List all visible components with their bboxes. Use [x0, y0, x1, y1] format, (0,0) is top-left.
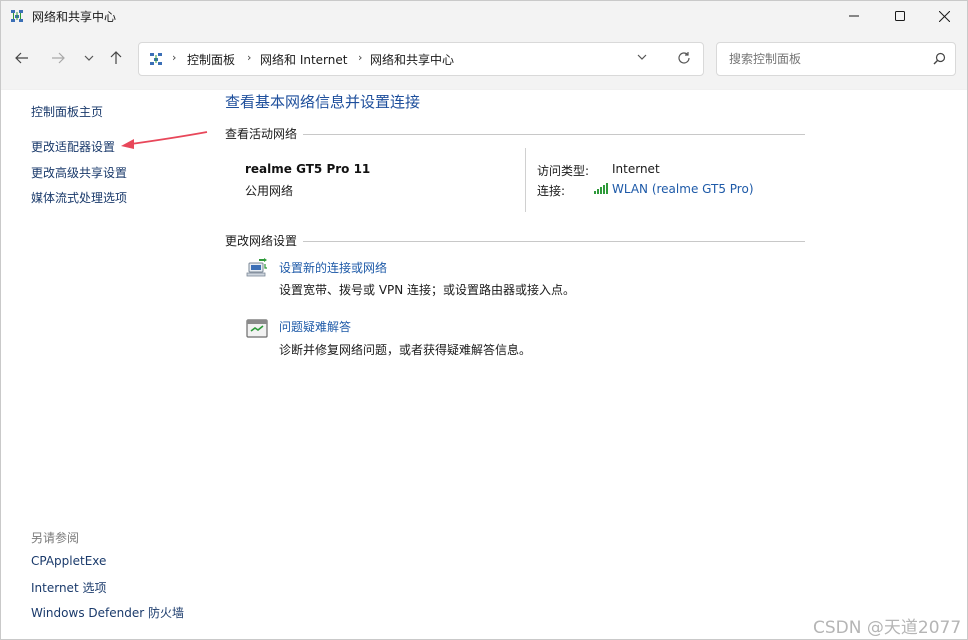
- window: 网络和共享中心 › 控制面板 › 网络和 Internet › 网络和共享中心 …: [0, 0, 968, 640]
- network-category: 公用网络: [245, 184, 294, 198]
- chevron-right-icon[interactable]: ›: [172, 51, 176, 64]
- see-also-windows-defender-firewall[interactable]: Windows Defender 防火墙: [31, 604, 184, 621]
- sidebar-item-change-adapter-settings[interactable]: 更改适配器设置: [31, 138, 115, 155]
- refresh-button[interactable]: [677, 51, 691, 68]
- window-title: 网络和共享中心: [32, 10, 117, 24]
- page-title: 查看基本网络信息并设置连接: [225, 93, 421, 111]
- breadcrumb-network-internet[interactable]: 网络和 Internet: [260, 51, 347, 68]
- search-input[interactable]: [727, 51, 921, 67]
- annotation-arrow: [121, 131, 208, 149]
- access-type-value: Internet: [612, 162, 660, 176]
- setup-new-connection-link[interactable]: 设置新的连接或网络: [279, 259, 387, 276]
- watermark: CSDN @天道2077: [813, 618, 962, 638]
- troubleshoot-icon: [246, 319, 268, 338]
- change-settings-heading: 更改网络设置: [225, 234, 298, 248]
- breadcrumb-network-sharing-center[interactable]: 网络和共享中心: [370, 51, 454, 68]
- address-dropdown-button[interactable]: [637, 51, 647, 65]
- breadcrumb-control-panel[interactable]: 控制面板: [187, 51, 235, 68]
- wifi-signal-icon: [594, 183, 608, 194]
- wlan-connection-link[interactable]: WLAN (realme GT5 Pro): [612, 182, 754, 196]
- chevron-down-icon: [84, 55, 94, 61]
- active-networks-heading: 查看活动网络: [225, 127, 298, 141]
- search-button[interactable]: [933, 52, 946, 68]
- connection-label: 连接:: [537, 184, 566, 198]
- maximize-button[interactable]: [877, 1, 923, 31]
- search-box[interactable]: [716, 42, 956, 76]
- divider: [525, 148, 526, 212]
- see-also-heading: 另请参阅: [31, 531, 80, 545]
- new-connection-icon: [246, 258, 267, 277]
- minimize-button[interactable]: [831, 1, 877, 31]
- chevron-down-icon: [637, 54, 647, 60]
- see-also-internet-options[interactable]: Internet 选项: [31, 579, 106, 596]
- troubleshoot-description: 诊断并修复网络问题，或者获得疑难解答信息。: [279, 343, 532, 357]
- address-bar[interactable]: › 控制面板 › 网络和 Internet › 网络和共享中心: [138, 42, 704, 76]
- close-button[interactable]: [921, 1, 967, 31]
- up-button[interactable]: [105, 47, 127, 69]
- divider: [303, 241, 805, 242]
- sidebar-item-control-panel-home[interactable]: 控制面板主页: [31, 103, 103, 120]
- see-also-cpappletexe[interactable]: CPAppletExe: [31, 554, 106, 568]
- close-icon: [938, 10, 950, 22]
- divider: [303, 134, 805, 135]
- back-button[interactable]: [11, 47, 33, 69]
- network-center-icon: [11, 10, 23, 22]
- refresh-icon: [678, 52, 690, 64]
- sidebar-item-advanced-sharing-settings[interactable]: 更改高级共享设置: [31, 164, 127, 181]
- navigation-bar: › 控制面板 › 网络和 Internet › 网络和共享中心: [1, 31, 967, 90]
- sidebar-item-media-streaming[interactable]: 媒体流式处理选项: [31, 189, 127, 206]
- title-bar: 网络和共享中心: [1, 1, 967, 31]
- access-type-label: 访问类型:: [537, 164, 590, 178]
- forward-button[interactable]: [47, 47, 69, 69]
- search-icon: [933, 52, 946, 65]
- troubleshoot-link[interactable]: 问题疑难解答: [279, 318, 351, 335]
- chevron-right-icon[interactable]: ›: [247, 51, 251, 64]
- minimize-icon: [849, 15, 859, 17]
- back-arrow-icon: [15, 52, 28, 64]
- maximize-icon: [895, 11, 905, 21]
- setup-new-connection-description: 设置宽带、拨号或 VPN 连接；或设置路由器或接入点。: [279, 283, 576, 297]
- forward-arrow-icon: [52, 52, 65, 64]
- network-center-icon: [150, 53, 162, 65]
- chevron-right-icon[interactable]: ›: [358, 51, 362, 64]
- up-arrow-icon: [110, 51, 122, 64]
- network-name: realme GT5 Pro 11: [245, 162, 371, 176]
- recent-locations-button[interactable]: [78, 47, 100, 69]
